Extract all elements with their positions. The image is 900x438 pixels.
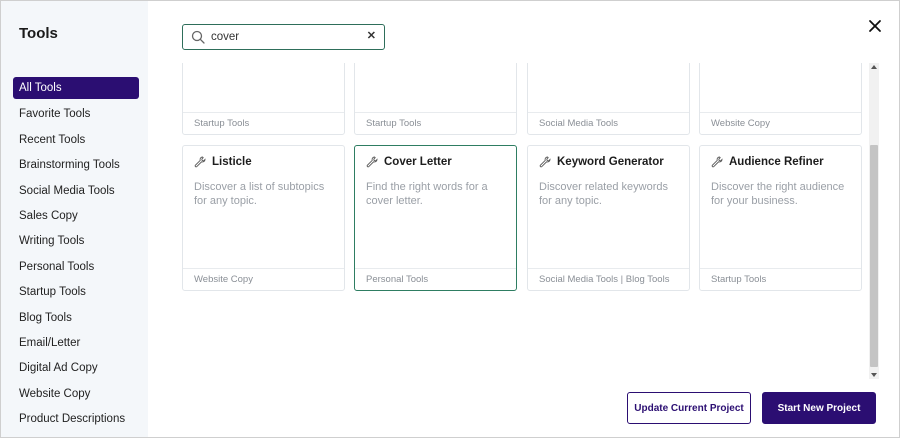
scroll-thumb[interactable]: [870, 145, 878, 367]
tool-card-audience-refiner[interactable]: Audience Refiner Discover the right audi…: [699, 145, 862, 291]
card-category: Startup Tools: [183, 112, 344, 134]
wrench-icon: [539, 156, 551, 168]
sidebar-item-digital-ad-copy[interactable]: Digital Ad Copy: [13, 356, 139, 381]
sidebar-item-personal-tools[interactable]: Personal Tools: [13, 255, 139, 280]
card-title: Cover Letter: [384, 156, 452, 168]
wrench-icon: [711, 156, 723, 168]
sidebar-item-recent-tools[interactable]: Recent Tools: [13, 128, 139, 153]
wrench-icon: [366, 156, 378, 168]
card-description: Discover a list of subtopics for any top…: [194, 181, 325, 207]
card-description: Discover the right audience for your bus…: [711, 181, 845, 207]
scroll-down-icon[interactable]: [871, 373, 877, 377]
tool-grid: Startup Tools Startup Tools Social Media…: [182, 63, 865, 378]
sidebar-item-favorite-tools[interactable]: Favorite Tools: [13, 102, 139, 127]
card-category: Personal Tools: [355, 268, 516, 290]
sidebar-item-brainstorming-tools[interactable]: Brainstorming Tools: [13, 153, 139, 178]
sidebar-item-social-media-tools[interactable]: Social Media Tools: [13, 179, 139, 204]
card-category: Website Copy: [700, 112, 861, 134]
card-title: Keyword Generator: [557, 156, 664, 168]
sidebar-item-email-letter[interactable]: Email/Letter: [13, 331, 139, 356]
sidebar-nav: All Tools Favorite Tools Recent Tools Br…: [13, 77, 139, 432]
card-category: Startup Tools: [355, 112, 516, 134]
sidebar: Tools All Tools Favorite Tools Recent To…: [1, 1, 148, 437]
card-description: Find the right words for a cover letter.: [366, 181, 488, 207]
sidebar-item-product-descriptions[interactable]: Product Descriptions: [13, 407, 139, 432]
wrench-icon: [194, 156, 206, 168]
sidebar-item-sales-copy[interactable]: Sales Copy: [13, 204, 139, 229]
tool-card-keyword-generator[interactable]: Keyword Generator Discover related keywo…: [527, 145, 690, 291]
search-icon: [191, 30, 205, 44]
scroll-up-icon[interactable]: [871, 65, 877, 69]
tool-card-listicle[interactable]: Listicle Discover a list of subtopics fo…: [182, 145, 345, 291]
tool-card-cover-letter[interactable]: Cover Letter Find the right words for a …: [354, 145, 517, 291]
tool-card[interactable]: Website Copy: [699, 63, 862, 135]
clear-search-icon[interactable]: ✕: [367, 29, 376, 42]
update-current-project-button[interactable]: Update Current Project: [627, 392, 751, 424]
sidebar-item-all-tools[interactable]: All Tools: [13, 77, 139, 99]
tool-card[interactable]: Startup Tools: [354, 63, 517, 135]
sidebar-item-blog-tools[interactable]: Blog Tools: [13, 306, 139, 331]
tool-card[interactable]: Social Media Tools: [527, 63, 690, 135]
card-category: Social Media Tools | Blog Tools: [528, 268, 689, 290]
tools-dialog: Tools All Tools Favorite Tools Recent To…: [0, 0, 900, 438]
card-category: Website Copy: [183, 268, 344, 290]
scrollbar[interactable]: [869, 63, 879, 379]
search-box: ✕: [182, 24, 385, 50]
sidebar-item-writing-tools[interactable]: Writing Tools: [13, 229, 139, 254]
sidebar-item-startup-tools[interactable]: Startup Tools: [13, 280, 139, 305]
search-input[interactable]: [211, 28, 361, 46]
sidebar-item-website-copy[interactable]: Website Copy: [13, 382, 139, 407]
tool-card[interactable]: Startup Tools: [182, 63, 345, 135]
card-category: Social Media Tools: [528, 112, 689, 134]
sidebar-title: Tools: [19, 25, 58, 42]
close-icon[interactable]: [868, 19, 882, 33]
card-category: Startup Tools: [700, 268, 861, 290]
card-title: Audience Refiner: [729, 156, 824, 168]
start-new-project-button[interactable]: Start New Project: [762, 392, 876, 424]
card-description: Discover related keywords for any topic.: [539, 181, 668, 207]
card-title: Listicle: [212, 156, 252, 168]
